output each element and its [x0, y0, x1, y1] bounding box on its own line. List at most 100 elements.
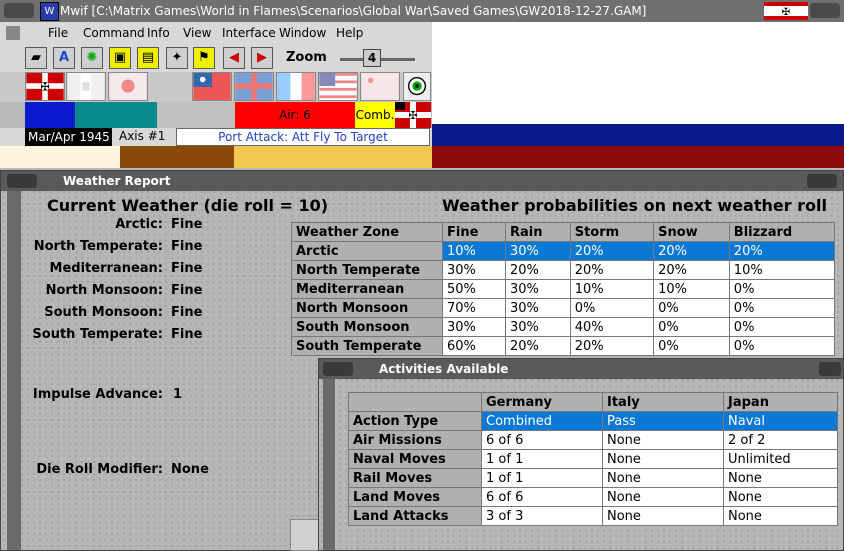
activities-titlebar: Activities Available	[319, 359, 843, 379]
page-icon[interactable]: ▤	[137, 47, 159, 69]
arrow-right-icon[interactable]: ▶	[251, 47, 273, 69]
table-cell: None	[602, 430, 724, 450]
status-bar: Mar/Apr 1945 Axis #1 Port Attack: Att Fl…	[0, 128, 432, 146]
uk-flag-icon[interactable]	[234, 72, 274, 101]
usa-flag-icon[interactable]	[318, 72, 358, 101]
table-row[interactable]: Arctic 10% 30% 20% 20% 20%	[291, 241, 836, 261]
table-row[interactable]: Land Moves 6 of 6 None None	[348, 487, 838, 507]
activities-window: Activities Available Germany Italy Japan…	[318, 358, 844, 551]
menu-bar: File Command Info View Interface Window …	[0, 22, 432, 44]
system-menu-button[interactable]	[4, 3, 34, 18]
table-cell: 10%	[569, 279, 655, 299]
menu-help[interactable]: Help	[336, 26, 363, 40]
column-header: Blizzard	[728, 222, 836, 242]
flag-icon[interactable]: ⚑	[193, 47, 215, 69]
menu-window[interactable]: Window	[279, 26, 326, 40]
arrow-left-icon[interactable]: ◀	[223, 47, 245, 69]
table-row[interactable]: Rail Moves 1 of 1 None None	[348, 468, 838, 488]
table-header-row: Weather Zone Fine Rain Storm Snow Blizza…	[291, 222, 836, 242]
activity-label: Action Type	[348, 411, 482, 431]
table-cell: None	[602, 449, 724, 469]
table-cell: 1 of 1	[481, 468, 603, 488]
map-icon[interactable]: ▣	[109, 47, 131, 69]
star-icon[interactable]: ✦	[166, 47, 188, 69]
table-cell[interactable]: Combined	[481, 411, 603, 431]
table-row[interactable]: Action Type Combined Pass Naval	[348, 411, 838, 431]
menu-info[interactable]: Info	[147, 26, 170, 40]
zone-cell: South Monsoon	[291, 317, 443, 337]
menu-file[interactable]: File	[48, 26, 68, 40]
probabilities-table: Weather Zone Fine Rain Storm Snow Blizza…	[291, 222, 836, 356]
zone-label-south-monsoon: South Monsoon:	[44, 305, 163, 320]
activities-title: Activities Available	[379, 362, 509, 376]
table-cell[interactable]: Pass	[602, 411, 724, 431]
table-row[interactable]: Naval Moves 1 of 1 None Unlimited	[348, 449, 838, 469]
table-cell: None	[723, 468, 838, 488]
table-cell: 20%	[505, 260, 571, 280]
german-ensign-icon: ✠	[395, 102, 431, 128]
maroon-stripe	[432, 146, 844, 168]
impulse-advance-value: 1	[173, 387, 183, 402]
column-header: Storm	[569, 222, 655, 242]
impulse-advance-label: Impulse Advance:	[32, 387, 163, 402]
teal-color-swatch	[75, 102, 157, 128]
menu-view[interactable]: View	[183, 26, 211, 40]
activities-scrollbar[interactable]	[323, 379, 335, 550]
table-cell: 50%	[441, 279, 507, 299]
france-flag-icon[interactable]	[276, 72, 316, 101]
table-cell: 0%	[728, 298, 836, 318]
column-header: Rain	[505, 222, 571, 242]
svg-text:✠: ✠	[782, 7, 790, 18]
map-area[interactable]	[432, 22, 844, 168]
table-cell: 10%	[441, 241, 507, 261]
table-cell: 0%	[728, 336, 836, 356]
table-row[interactable]: Mediterranean 50% 30% 10% 10% 0%	[291, 279, 836, 299]
table-row[interactable]: North Temperate 30% 20% 20% 20% 10%	[291, 260, 836, 280]
column-header: Germany	[481, 392, 603, 412]
column-header	[348, 392, 482, 412]
table-cell[interactable]: Naval	[723, 411, 838, 431]
table-cell: 0%	[653, 336, 730, 356]
axis-color-swatch	[25, 102, 75, 128]
activities-sysmenu-button[interactable]	[323, 362, 353, 376]
gear-icon[interactable]: ✺	[81, 47, 103, 69]
table-cell: 0%	[728, 317, 836, 337]
unit-icon[interactable]: ▰	[25, 47, 47, 69]
table-row[interactable]: Land Attacks 3 of 3 None None	[348, 506, 838, 526]
table-cell: None	[602, 468, 724, 488]
zone-cell: North Temperate	[291, 260, 443, 280]
weather-close-button[interactable]	[807, 174, 837, 188]
activity-label: Air Missions	[348, 430, 482, 450]
menu-interface[interactable]: Interface	[222, 26, 276, 40]
ussr-flag-icon[interactable]	[360, 72, 400, 101]
target-icon[interactable]	[403, 72, 431, 101]
navy-stripe	[432, 124, 844, 146]
table-row[interactable]: North Monsoon 70% 30% 0% 0% 0%	[291, 298, 836, 318]
menu-command[interactable]: Command	[83, 26, 145, 40]
zone-value-north-temperate: Fine	[171, 239, 203, 254]
gray-color-swatch	[157, 102, 235, 128]
weather-sysmenu-button[interactable]	[7, 174, 37, 188]
table-row[interactable]: South Monsoon 30% 30% 40% 0% 0%	[291, 317, 836, 337]
table-cell: 30%	[505, 279, 571, 299]
germany-flag-icon[interactable]: ✠	[25, 72, 65, 101]
activities-close-button[interactable]	[819, 362, 841, 376]
column-header: Italy	[602, 392, 724, 412]
current-weather-heading: Current Weather (die roll = 10)	[47, 196, 329, 215]
activity-label: Naval Moves	[348, 449, 482, 469]
table-cell: 30%	[441, 260, 507, 280]
table-row[interactable]: South Temperate 60% 20% 20% 0% 0%	[291, 336, 836, 356]
zoom-slider-thumb[interactable]: 4	[363, 49, 381, 67]
italy-flag-icon[interactable]	[66, 72, 106, 101]
china-flag-icon[interactable]	[192, 72, 232, 101]
phase-label: Axis #1	[119, 129, 166, 143]
zone-label-mediterranean: Mediterranean:	[49, 261, 163, 276]
table-header-row: Germany Italy Japan	[348, 392, 838, 412]
font-icon[interactable]: A	[53, 47, 75, 69]
close-window-button[interactable]	[810, 3, 840, 18]
activity-label: Land Moves	[348, 487, 482, 507]
table-row[interactable]: Air Missions 6 of 6 None 2 of 2	[348, 430, 838, 450]
japan-flag-icon[interactable]	[108, 72, 148, 101]
title-bar: W Mwif [C:\Matrix Games\World in Flames\…	[0, 0, 844, 22]
left-scrollbar[interactable]	[7, 191, 21, 550]
